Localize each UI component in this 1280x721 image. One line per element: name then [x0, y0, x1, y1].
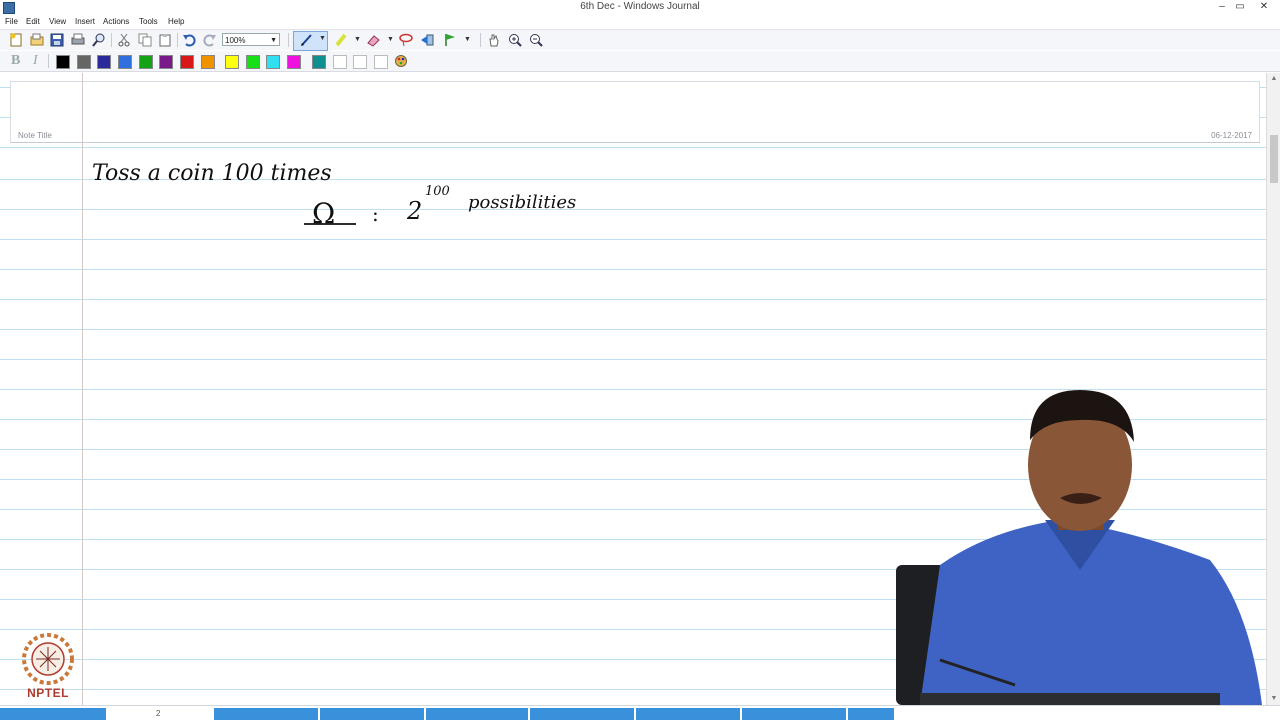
ink-possibilities: possibilities	[468, 192, 576, 213]
paste-icon[interactable]	[158, 33, 172, 47]
new-note-icon[interactable]	[9, 33, 23, 47]
toolbar-separator	[177, 33, 178, 47]
toolbar-separator	[288, 33, 289, 47]
redo-icon[interactable]	[203, 33, 217, 47]
color-swatch-yellow[interactable]	[225, 55, 239, 69]
close-button[interactable]: ✕	[1254, 0, 1274, 14]
color-swatch-white-2[interactable]	[353, 55, 367, 69]
scrollbar-thumb[interactable]	[1270, 135, 1278, 183]
print-icon[interactable]	[71, 33, 85, 47]
page-tabs-bar: 2	[0, 705, 1280, 721]
menu-file[interactable]: File	[5, 17, 18, 26]
eraser-icon[interactable]	[366, 33, 380, 47]
color-swatch-gray[interactable]	[77, 55, 91, 69]
toolbar-separator	[48, 54, 49, 68]
menu-actions[interactable]: Actions	[103, 17, 129, 26]
italic-icon[interactable]: I	[33, 53, 38, 69]
color-swatch-blue[interactable]	[118, 55, 132, 69]
standard-toolbar: 100% ▼ ▼ ▼ ▼ ▼	[0, 29, 1280, 51]
color-swatch-cyan[interactable]	[266, 55, 280, 69]
color-picker-icon[interactable]	[394, 54, 408, 68]
pan-hand-icon[interactable]	[487, 33, 501, 47]
insert-space-icon[interactable]	[420, 33, 434, 47]
menu-insert[interactable]: Insert	[75, 17, 95, 26]
format-toolbar: B I	[0, 51, 1280, 72]
zoom-out-icon[interactable]	[529, 33, 543, 47]
pen-dropdown-arrow-icon: ▼	[319, 35, 326, 42]
color-swatch-dark-blue[interactable]	[97, 55, 111, 69]
color-swatch-green[interactable]	[139, 55, 153, 69]
page-tab[interactable]	[426, 708, 528, 720]
page-tab[interactable]	[320, 708, 424, 720]
page-tab[interactable]	[530, 708, 634, 720]
journal-page[interactable]: Note Title 06-12-2017 Toss a coin 100 ti…	[0, 73, 1266, 705]
current-page-number: 2	[156, 709, 161, 718]
highlighter-dropdown-arrow-icon[interactable]: ▼	[354, 36, 361, 43]
menu-help[interactable]: Help	[168, 17, 184, 26]
vertical-scrollbar[interactable]: ▲ ▼	[1266, 73, 1280, 705]
undo-icon[interactable]	[182, 33, 196, 47]
eraser-dropdown-arrow-icon[interactable]: ▼	[387, 36, 394, 43]
ink-exponent-100: 100	[425, 184, 450, 199]
find-icon[interactable]	[92, 33, 106, 47]
color-swatch-white-1[interactable]	[333, 55, 347, 69]
zoom-value: 100%	[225, 36, 246, 45]
copy-icon[interactable]	[138, 33, 152, 47]
lasso-select-icon[interactable]	[399, 33, 413, 47]
page-tab[interactable]	[742, 708, 846, 720]
ink-base-2: 2	[406, 197, 422, 225]
toolbar-separator	[111, 33, 112, 47]
open-icon[interactable]	[30, 33, 44, 47]
menu-tools[interactable]: Tools	[139, 17, 158, 26]
menu-edit[interactable]: Edit	[26, 17, 40, 26]
ink-colon: :	[372, 202, 379, 226]
chevron-down-icon: ▼	[270, 37, 277, 44]
color-swatch-black[interactable]	[56, 55, 70, 69]
page-tab[interactable]	[0, 708, 106, 720]
zoom-dropdown[interactable]: 100% ▼	[222, 33, 280, 46]
flag-dropdown-arrow-icon[interactable]: ▼	[464, 36, 471, 43]
color-swatch-white-3[interactable]	[374, 55, 388, 69]
page-tab[interactable]	[214, 708, 318, 720]
zoom-in-icon[interactable]	[508, 33, 522, 47]
color-swatch-lime[interactable]	[246, 55, 260, 69]
flag-icon[interactable]	[443, 33, 457, 47]
highlighter-icon[interactable]	[334, 33, 348, 47]
page-tab[interactable]	[848, 708, 894, 720]
color-swatch-magenta[interactable]	[287, 55, 301, 69]
scroll-up-arrow-icon[interactable]: ▲	[1267, 73, 1280, 85]
ink-omega: Ω	[312, 197, 335, 230]
nptel-emblem-icon	[22, 633, 74, 685]
color-swatch-purple[interactable]	[159, 55, 173, 69]
window-title: 6th Dec - Windows Journal	[580, 1, 700, 12]
ink-line-toss-coin: Toss a coin 100 times	[92, 161, 332, 186]
color-swatch-red[interactable]	[180, 55, 194, 69]
scroll-down-arrow-icon[interactable]: ▼	[1267, 693, 1280, 705]
title-bar: 6th Dec - Windows Journal – ▭ ✕	[0, 0, 1280, 15]
toolbar-separator	[480, 33, 481, 47]
pen-tool-button[interactable]: ▼	[293, 31, 328, 51]
minimize-button[interactable]: –	[1212, 0, 1232, 14]
cut-icon[interactable]	[117, 33, 131, 47]
restore-button[interactable]: ▭	[1230, 0, 1250, 14]
page-tab[interactable]	[636, 708, 740, 720]
menu-view[interactable]: View	[49, 17, 66, 26]
save-icon[interactable]	[50, 33, 64, 47]
bold-icon[interactable]: B	[11, 53, 20, 69]
presenter-video	[896, 390, 1262, 705]
menu-bar: File Edit View Insert Actions Tools Help	[0, 15, 1280, 28]
color-swatch-teal[interactable]	[312, 55, 326, 69]
nptel-logo: NPTEL	[20, 632, 76, 702]
color-swatch-orange[interactable]	[201, 55, 215, 69]
pen-icon	[301, 34, 312, 46]
nptel-label: NPTEL	[27, 686, 69, 700]
